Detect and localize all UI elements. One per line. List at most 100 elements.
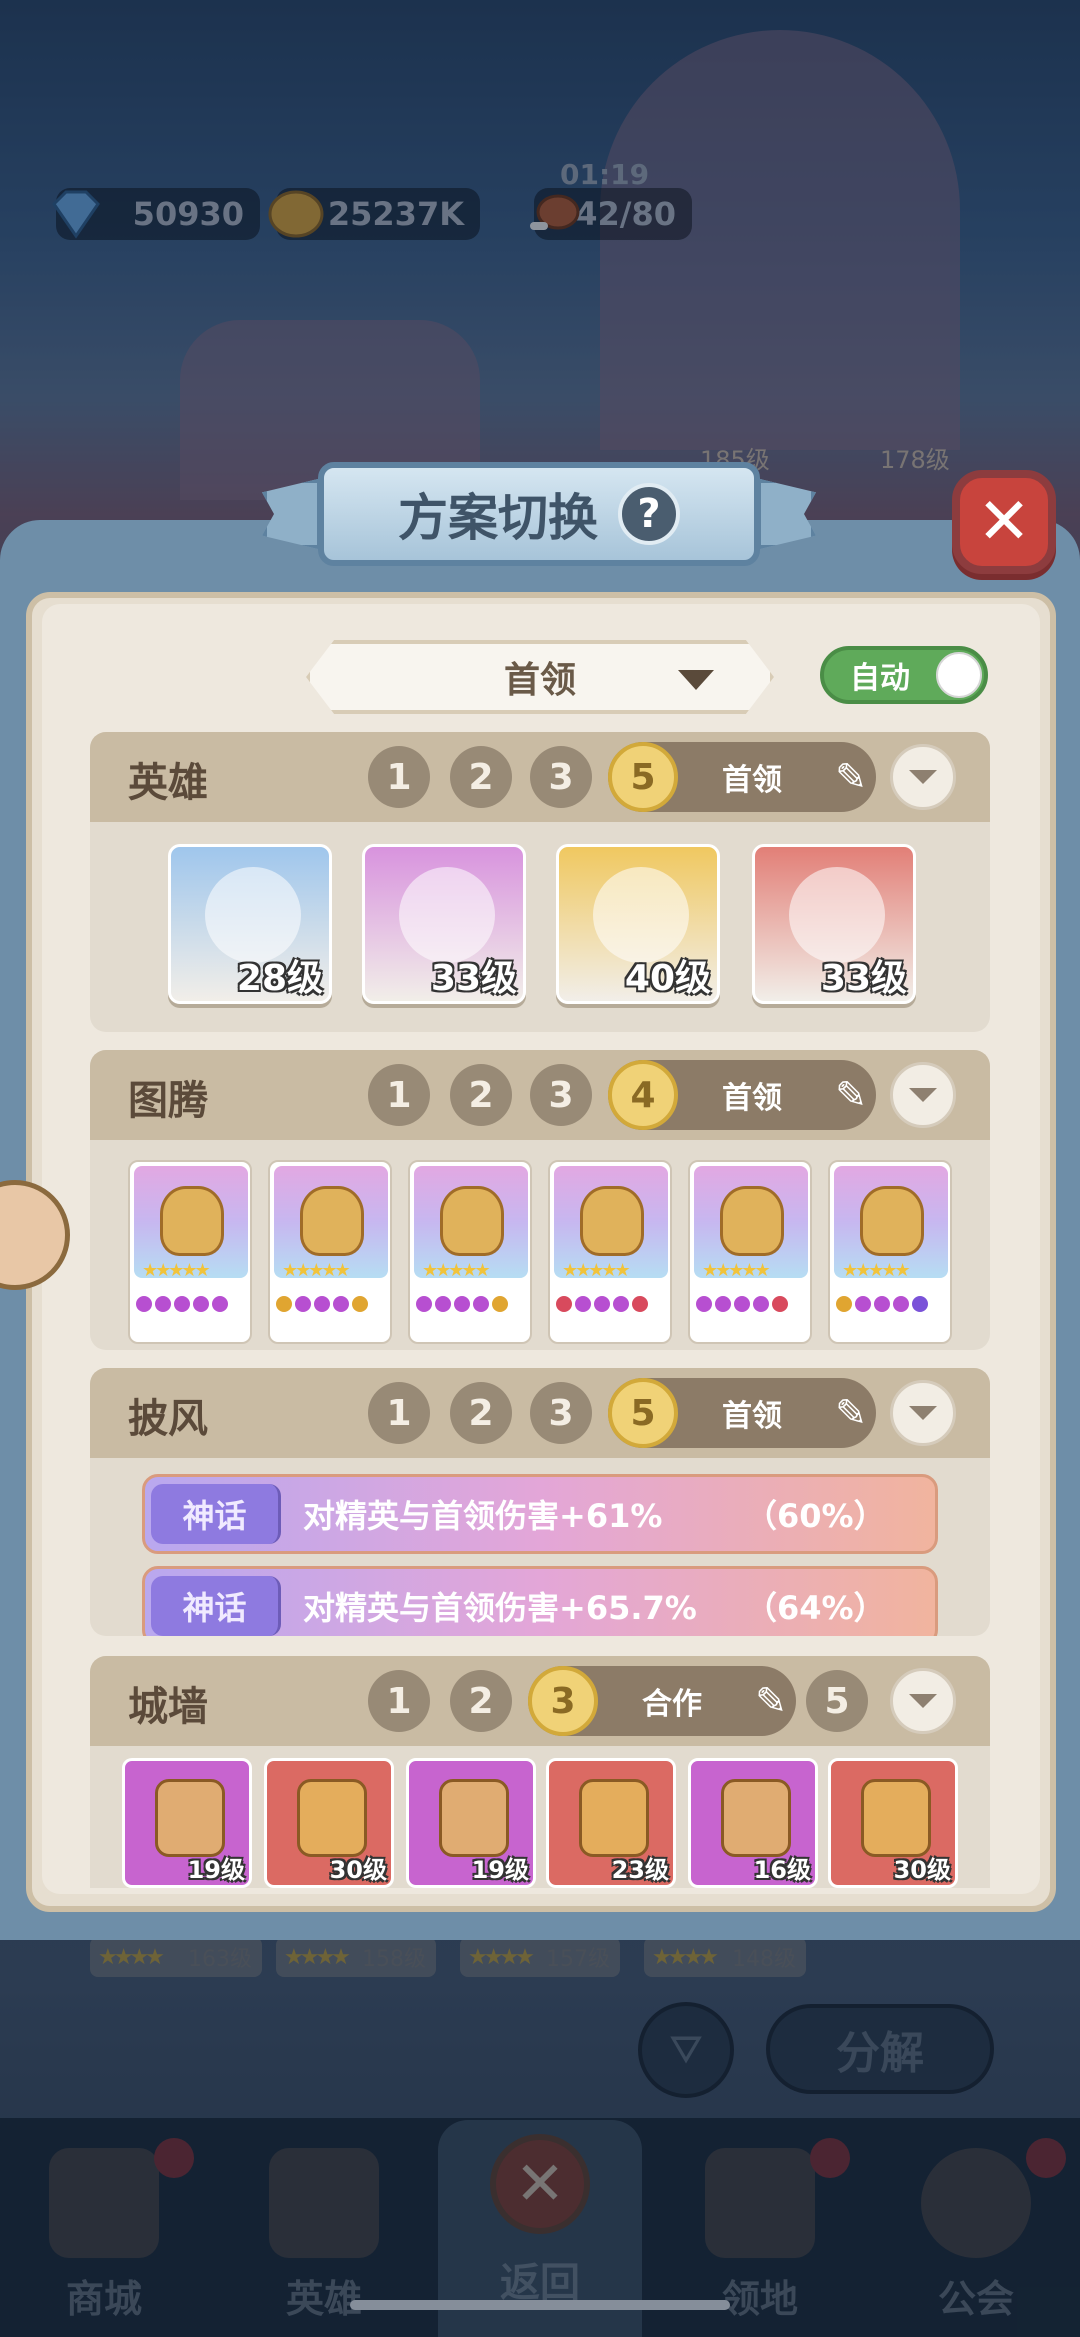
plan-slot-1[interactable]: 1	[368, 1064, 430, 1126]
plan-slot-active[interactable]: 5 首领 ✎	[608, 742, 876, 812]
totem-relic-icon	[720, 1186, 784, 1256]
star-rating: ★★★★★	[702, 1260, 771, 1281]
totem-card[interactable]: ★★★★★	[408, 1160, 532, 1344]
auto-toggle[interactable]: 自动	[820, 646, 988, 704]
gem-dot	[174, 1296, 190, 1312]
expand-button[interactable]	[890, 1668, 956, 1734]
gem-dot	[435, 1296, 451, 1312]
gem-dot	[734, 1296, 750, 1312]
plan-slot-active[interactable]: 4 首领 ✎	[608, 1060, 876, 1130]
totem-card[interactable]: ★★★★★	[128, 1160, 252, 1344]
plan-slot-2[interactable]: 2	[450, 1670, 512, 1732]
wall-item-icon	[721, 1779, 791, 1857]
gem-dot	[193, 1296, 209, 1312]
gem-dot	[836, 1296, 852, 1312]
gem-dot	[613, 1296, 629, 1312]
plan-slot-2[interactable]: 2	[450, 746, 512, 808]
toggle-knob	[936, 652, 982, 698]
rarity-badge: 神话	[151, 1576, 281, 1636]
active-slot-number: 5	[608, 1378, 678, 1448]
gem-dot	[715, 1296, 731, 1312]
feather-edit-icon[interactable]: ✎	[746, 1679, 796, 1723]
totem-relic-icon	[300, 1186, 364, 1256]
help-icon[interactable]: ?	[618, 483, 680, 545]
gem-dot	[696, 1296, 712, 1312]
totem-art: ★★★★★	[414, 1166, 528, 1281]
gem-dot	[276, 1296, 292, 1312]
section-cloaks: 披风 1 2 3 5 首领 ✎ 神话 对精英与首领伤害+61% （60%） 神话…	[90, 1368, 990, 1636]
gem-dot	[295, 1296, 311, 1312]
section-header: 城墙 1 2 3 合作 ✎ 5	[90, 1656, 990, 1746]
chevron-down-icon	[909, 770, 937, 784]
totem-relic-icon	[440, 1186, 504, 1256]
wall-level: 19级	[187, 1856, 245, 1884]
gem-slots	[416, 1296, 508, 1312]
feather-edit-icon[interactable]: ✎	[826, 1073, 876, 1117]
feather-edit-icon[interactable]: ✎	[826, 1391, 876, 1435]
plan-selected-value: 首领	[503, 660, 576, 701]
hero-card[interactable]: 33级	[362, 844, 526, 1004]
cloak-item[interactable]: 神话 对精英与首领伤害+65.7% （64%）	[142, 1566, 938, 1636]
plan-slot-2[interactable]: 2	[450, 1382, 512, 1444]
hero-card[interactable]: 33级	[752, 844, 916, 1004]
plan-dropdown[interactable]: 首领	[306, 640, 774, 714]
plan-slot-active[interactable]: 5 首领 ✎	[608, 1378, 876, 1448]
cloak-percent: （64%）	[745, 1589, 886, 1627]
close-button[interactable]: ✕	[952, 470, 1056, 574]
wall-card[interactable]: 16级	[688, 1758, 818, 1888]
expand-button[interactable]	[890, 1062, 956, 1128]
star-rating: ★★★★★	[422, 1260, 491, 1281]
wall-level: 30级	[329, 1856, 387, 1884]
gem-dot	[333, 1296, 349, 1312]
wall-card[interactable]: 19级	[406, 1758, 536, 1888]
plan-slot-3[interactable]: 3	[530, 1382, 592, 1444]
gem-slots	[136, 1296, 228, 1312]
gem-slots	[696, 1296, 788, 1312]
expand-button[interactable]	[890, 744, 956, 810]
plan-slot-1[interactable]: 1	[368, 1382, 430, 1444]
active-slot-number: 4	[608, 1060, 678, 1130]
wall-item-icon	[579, 1779, 649, 1857]
hero-level: 33级	[430, 958, 517, 999]
plan-slot-1[interactable]: 1	[368, 1670, 430, 1732]
gem-dot	[632, 1296, 648, 1312]
totem-card[interactable]: ★★★★★	[268, 1160, 392, 1344]
wall-item-icon	[439, 1779, 509, 1857]
wall-level: 23级	[611, 1856, 669, 1884]
totem-relic-icon	[860, 1186, 924, 1256]
totem-card[interactable]: ★★★★★	[688, 1160, 812, 1344]
plan-slot-active[interactable]: 3 合作 ✎	[528, 1666, 796, 1736]
gem-dot	[556, 1296, 572, 1312]
wall-card[interactable]: 19级	[122, 1758, 252, 1888]
hero-card[interactable]: 40级	[556, 844, 720, 1004]
feather-edit-icon[interactable]: ✎	[826, 755, 876, 799]
active-slot-label: 首领	[722, 1399, 782, 1434]
section-totems: 图腾 1 2 3 4 首领 ✎ ★★★★★ ★★★★★ ★★★★★ ★★★★★ ★★★★…	[90, 1050, 990, 1350]
gem-dot	[772, 1296, 788, 1312]
chevron-down-icon	[678, 670, 714, 690]
wall-card[interactable]: 30级	[828, 1758, 958, 1888]
plan-slot-3[interactable]: 3	[530, 1064, 592, 1126]
plan-slot-5[interactable]: 5	[806, 1670, 868, 1732]
totem-art: ★★★★★	[134, 1166, 248, 1281]
wall-card[interactable]: 23级	[546, 1758, 676, 1888]
plan-slot-2[interactable]: 2	[450, 1064, 512, 1126]
plan-slot-3[interactable]: 3	[530, 746, 592, 808]
totem-card[interactable]: ★★★★★	[548, 1160, 672, 1344]
chevron-down-icon	[909, 1694, 937, 1708]
gem-dot	[314, 1296, 330, 1312]
wall-card[interactable]: 30级	[264, 1758, 394, 1888]
hero-card[interactable]: 28级	[168, 844, 332, 1004]
totem-art: ★★★★★	[694, 1166, 808, 1281]
active-slot-number: 5	[608, 742, 678, 812]
totem-card[interactable]: ★★★★★	[828, 1160, 952, 1344]
expand-button[interactable]	[890, 1380, 956, 1446]
gem-slots	[836, 1296, 928, 1312]
gem-dot	[212, 1296, 228, 1312]
plan-slot-1[interactable]: 1	[368, 746, 430, 808]
star-rating: ★★★★★	[842, 1260, 911, 1281]
active-slot-number: 3	[528, 1666, 598, 1736]
hero-level: 28级	[236, 958, 323, 999]
hero-level: 33级	[820, 958, 907, 999]
cloak-item[interactable]: 神话 对精英与首领伤害+61% （60%）	[142, 1474, 938, 1554]
